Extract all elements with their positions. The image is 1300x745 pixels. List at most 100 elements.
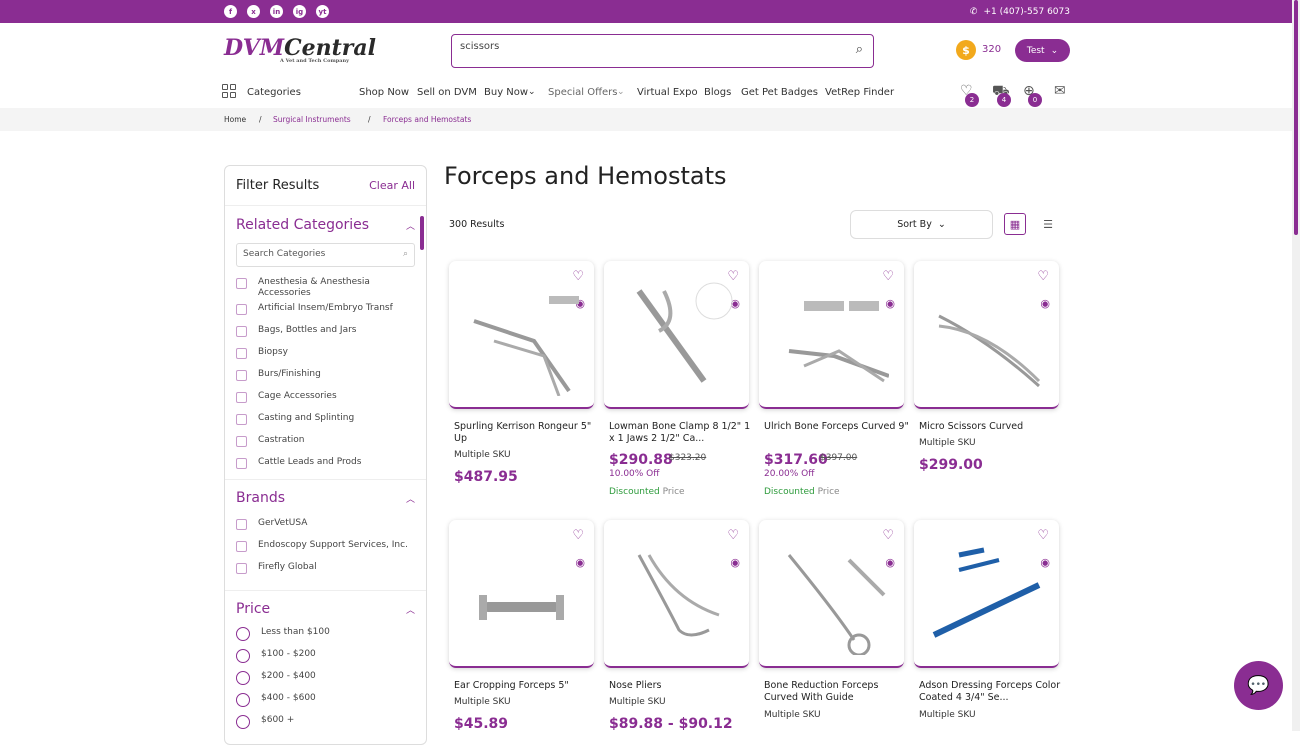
category-search-input[interactable]: Search Categories ⌕	[236, 243, 415, 267]
search-icon[interactable]: ⌕	[856, 42, 863, 57]
phone-contact[interactable]: ✆ +1 (407)-557 6073	[970, 7, 1070, 17]
checkbox[interactable]	[236, 392, 247, 403]
radio[interactable]	[236, 649, 250, 663]
category-option[interactable]: Castration	[225, 435, 426, 457]
product-card[interactable]: ♡ ◉	[604, 261, 749, 409]
nav-virtual-expo[interactable]: Virtual Expo	[637, 87, 698, 98]
category-label: Burs/Finishing	[258, 369, 321, 379]
page-scrollbar[interactable]	[1292, 0, 1300, 731]
categories-grid-icon[interactable]	[222, 84, 236, 98]
logo[interactable]: DVMCentral A Vet and Tech Company	[224, 35, 376, 64]
checkbox[interactable]	[236, 458, 247, 469]
category-option[interactable]: Casting and Splinting	[225, 413, 426, 435]
radio[interactable]	[236, 715, 250, 729]
category-option[interactable]: Anesthesia & Anesthesia Accessories	[225, 277, 426, 299]
nav-blogs[interactable]: Blogs	[704, 87, 731, 98]
checkbox[interactable]	[236, 414, 247, 425]
radio[interactable]	[236, 627, 250, 641]
price-option[interactable]: $600 +	[225, 715, 426, 737]
brand-option[interactable]: GerVetUSA	[225, 518, 426, 540]
category-option[interactable]: Cage Accessories	[225, 391, 426, 413]
price-option[interactable]: $200 - $400	[225, 671, 426, 693]
youtube-icon[interactable]: yt	[316, 5, 329, 18]
product-name[interactable]: Micro Scissors Curved	[919, 421, 1064, 433]
checkbox[interactable]	[236, 541, 247, 552]
product-image	[636, 282, 733, 383]
price-option[interactable]: $400 - $600	[225, 693, 426, 715]
breadcrumb-home[interactable]: Home	[224, 115, 246, 124]
checkbox[interactable]	[236, 370, 247, 381]
category-search-placeholder: Search Categories	[243, 249, 326, 259]
nav-shop-now[interactable]: Shop Now	[359, 87, 409, 98]
price-option[interactable]: Less than $100	[225, 627, 426, 649]
chevron-up-icon: ︿	[405, 221, 415, 232]
product-discount-percent: 10.00% Off	[609, 469, 660, 479]
brands-header[interactable]: Brands ︿	[225, 484, 426, 512]
nav-sell-on-dvm[interactable]: Sell on DVM	[417, 87, 477, 98]
product-name[interactable]: Ear Cropping Forceps 5"	[454, 680, 599, 692]
clear-all-button[interactable]: Clear All	[369, 179, 415, 192]
nav-buy-now[interactable]: Buy Now	[484, 87, 528, 98]
nav-special-offers[interactable]: Special Offers	[548, 87, 617, 98]
related-categories-header[interactable]: Related Categories ︿	[225, 211, 426, 239]
mail-icon[interactable]: ✉	[1054, 83, 1066, 99]
product-name[interactable]: Nose Pliers	[609, 680, 754, 692]
x-icon[interactable]: x	[247, 5, 260, 18]
product-card[interactable]: ♡ ◉	[759, 520, 904, 668]
checkbox[interactable]	[236, 436, 247, 447]
list-view-button[interactable]: ☰	[1037, 213, 1059, 235]
nav-vetrep-finder[interactable]: VetRep Finder	[825, 87, 894, 98]
price-header[interactable]: Price ︿	[225, 595, 426, 623]
product-old-price: $323.20	[669, 453, 707, 463]
category-option[interactable]: Burs/Finishing	[225, 369, 426, 391]
radio[interactable]	[236, 671, 250, 685]
product-card[interactable]: ♡ ◉	[914, 520, 1059, 668]
brand-option[interactable]: Endoscopy Support Services, Inc.	[225, 540, 426, 562]
product-name[interactable]: Ulrich Bone Forceps Curved 9"	[764, 421, 909, 433]
checkbox[interactable]	[236, 348, 247, 359]
nav-get-pet-badges[interactable]: Get Pet Badges	[741, 87, 818, 98]
checkbox[interactable]	[236, 519, 247, 530]
product-card[interactable]: ♡ ◉	[759, 261, 904, 409]
product-card[interactable]: ♡ ◉	[449, 520, 594, 668]
price-option[interactable]: $100 - $200	[225, 649, 426, 671]
checkbox[interactable]	[236, 304, 247, 315]
checkbox[interactable]	[236, 278, 247, 289]
checkbox[interactable]	[236, 326, 247, 337]
category-option[interactable]: Cattle Leads and Prods	[225, 457, 426, 479]
brand-option[interactable]: Firefly Global	[225, 562, 426, 584]
category-label: Cage Accessories	[258, 391, 337, 401]
grid-view-button[interactable]: ▦	[1004, 213, 1026, 235]
product-card[interactable]: ♡ ◉	[449, 261, 594, 409]
header: DVMCentral A Vet and Tech Company scissor…	[0, 23, 1300, 78]
nav-categories[interactable]: Categories	[247, 87, 301, 98]
linkedin-icon[interactable]: in	[270, 5, 283, 18]
category-scrollbar[interactable]	[420, 216, 424, 250]
product-name[interactable]: Spurling Kerrison Rongeur 5" Up	[454, 421, 599, 445]
instagram-icon[interactable]: ig	[293, 5, 306, 18]
discount-label: Discounted Price	[609, 487, 685, 497]
product-name[interactable]: Lowman Bone Clamp 8 1/2" 1 x 1 Jaws 2 1/…	[609, 421, 754, 445]
page-title: Forceps and Hemostats	[444, 162, 727, 190]
product-card[interactable]: ♡ ◉	[914, 261, 1059, 409]
user-menu-button[interactable]: Test ⌄	[1015, 39, 1070, 62]
category-option[interactable]: Artificial Insem/Embryo Transf	[225, 303, 426, 325]
checkbox[interactable]	[236, 563, 247, 574]
sort-label: Sort By	[897, 219, 932, 230]
facebook-icon[interactable]: f	[224, 5, 237, 18]
category-option[interactable]: Biopsy	[225, 347, 426, 369]
filter-title: Filter Results	[236, 178, 320, 193]
discount-label-a: Discounted	[609, 487, 660, 497]
product-name[interactable]: Bone Reduction Forceps Curved With Guide	[764, 680, 909, 704]
filter-sidebar: Filter Results Clear All Related Categor…	[224, 165, 427, 745]
sort-dropdown[interactable]: Sort By ⌄	[850, 210, 993, 239]
page-scrollbar-thumb[interactable]	[1294, 0, 1298, 235]
breadcrumb-surgical-instruments[interactable]: Surgical Instruments	[273, 115, 351, 124]
chat-button[interactable]: 💬	[1234, 661, 1283, 710]
search-input[interactable]: scissors ⌕	[451, 34, 874, 68]
product-card[interactable]: ♡ ◉	[604, 520, 749, 668]
product-sku: Multiple SKU	[454, 697, 511, 707]
product-name[interactable]: Adson Dressing Forceps Color Coated 4 3/…	[919, 680, 1064, 704]
category-option[interactable]: Bags, Bottles and Jars	[225, 325, 426, 347]
radio[interactable]	[236, 693, 250, 707]
